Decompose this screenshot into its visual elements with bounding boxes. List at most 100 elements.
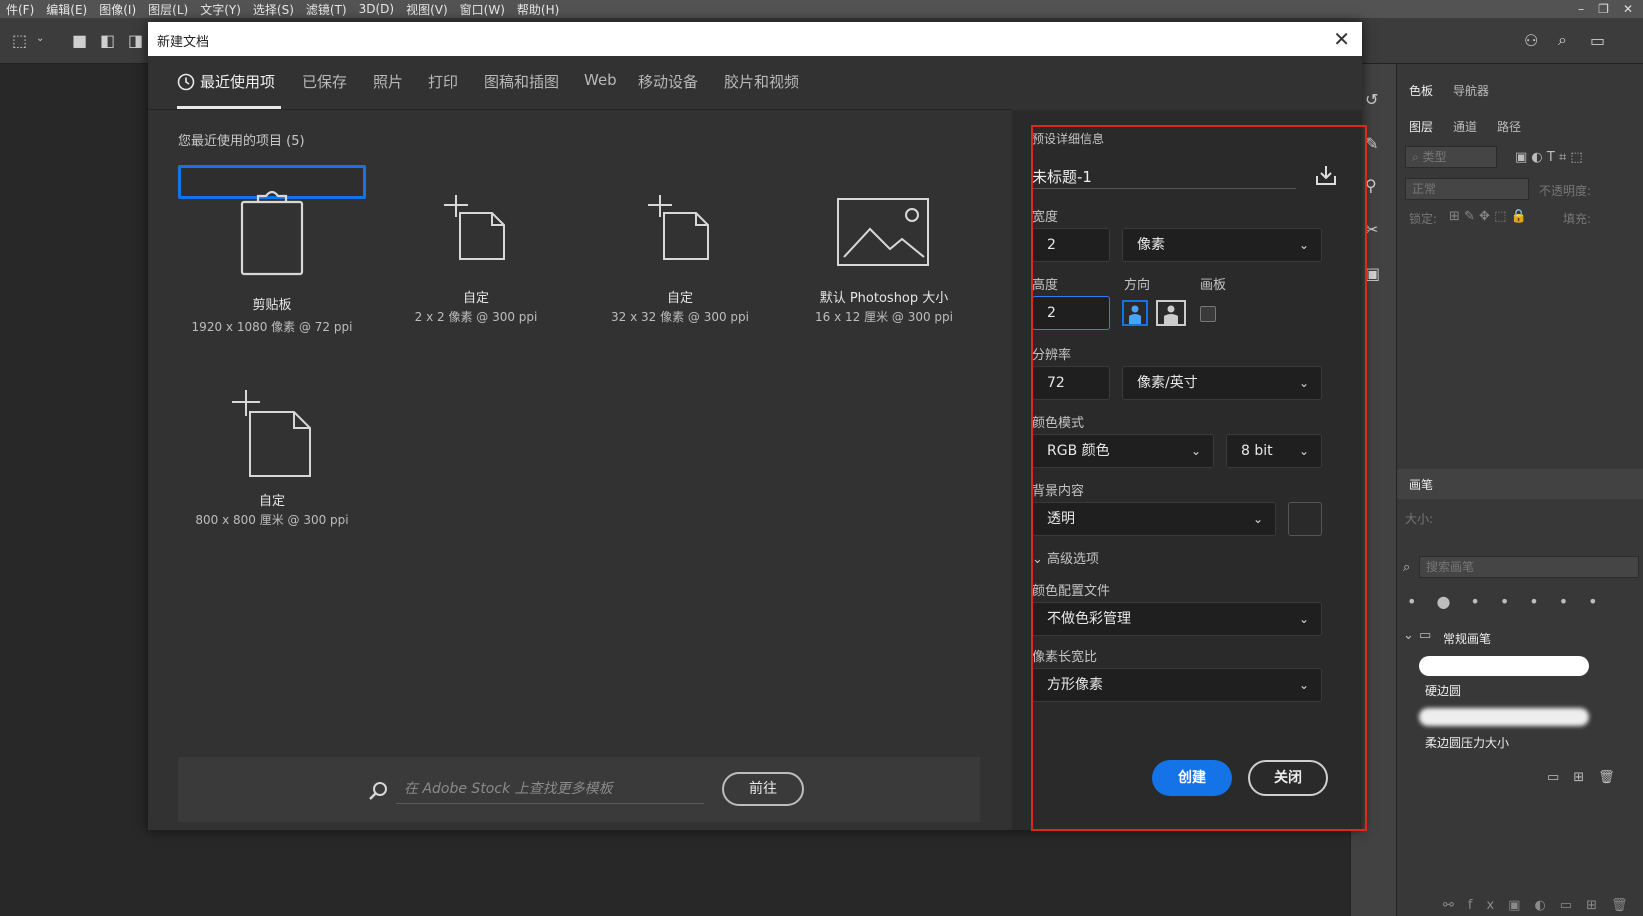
brush-footer-icons[interactable]: ▭⊞🗑	[1547, 770, 1629, 785]
share-icon[interactable]: ⚇	[1524, 31, 1538, 50]
history-icon[interactable]: ↺	[1365, 90, 1378, 109]
width-label: 宽度	[1032, 210, 1059, 225]
menu-item[interactable]: 件(F)	[0, 1, 40, 18]
menu-item[interactable]: 图像(I)	[93, 1, 142, 18]
preset-card-custom[interactable]: 自定 800 x 800 厘米 @ 300 ppi	[178, 368, 366, 556]
new-document-icon	[444, 195, 505, 260]
brush-presets[interactable]: •●•••••	[1407, 592, 1618, 611]
brush-stroke-preview[interactable]	[1419, 708, 1589, 726]
height-label: 高度	[1032, 278, 1059, 293]
close-button[interactable]: 关闭	[1248, 760, 1328, 796]
tab-paths[interactable]: 路径	[1497, 118, 1521, 135]
filter-icons[interactable]: ▣ ◐ T ⌗ ⬚	[1515, 150, 1583, 165]
tab-photo[interactable]: 照片	[373, 71, 403, 92]
add-selection-icon[interactable]: ◧	[100, 31, 115, 50]
layer-filter[interactable]: ⌕ 类型	[1405, 146, 1497, 168]
landscape-orientation-icon[interactable]	[1156, 300, 1186, 326]
width-input[interactable]: 2	[1032, 228, 1110, 262]
chevron-down-icon: ⌄	[1032, 552, 1048, 567]
background-select[interactable]: 透明 ⌄	[1032, 502, 1276, 536]
new-document-icon	[232, 390, 311, 477]
height-input[interactable]: 2	[1032, 296, 1110, 330]
preset-card-custom[interactable]: 自定 2 x 2 像素 @ 300 ppi	[382, 165, 570, 353]
tab-film-video[interactable]: 胶片和视频	[724, 71, 799, 92]
stock-search-bar: 前往	[178, 757, 980, 822]
brush-item[interactable]: 柔边圆压力大小	[1425, 734, 1509, 751]
document-name-input[interactable]: 未标题-1	[1032, 166, 1092, 187]
preset-name: 默认 Photoshop 大小	[819, 291, 949, 306]
resolution-unit-select[interactable]: 像素/英寸 ⌄	[1122, 366, 1322, 400]
search-icon	[369, 782, 387, 800]
preset-card-default-photoshop[interactable]: 默认 Photoshop 大小 16 x 12 厘米 @ 300 ppi	[790, 165, 978, 353]
lock-label: 锁定:	[1409, 212, 1438, 226]
go-button[interactable]: 前往	[722, 772, 804, 806]
menu-item[interactable]: 编辑(E)	[40, 1, 93, 18]
advanced-options-toggle[interactable]: ⌄ 高级选项	[1032, 548, 1099, 567]
preset-card-clipboard[interactable]: 剪贴板 1920 x 1080 像素 @ 72 ppi	[178, 165, 366, 334]
menu-item[interactable]: 文字(Y)	[194, 1, 247, 18]
preset-card-custom[interactable]: 自定 32 x 32 像素 @ 300 ppi	[586, 165, 774, 353]
tab-saved[interactable]: 已保存	[302, 71, 347, 92]
close-icon[interactable]: ✕	[1333, 27, 1350, 51]
tab-mobile[interactable]: 移动设备	[638, 71, 698, 92]
preset-tabs: 最近使用项 已保存 照片 打印 图稿和插图 Web 移动设备 胶片和视频	[148, 56, 1012, 110]
brush-item[interactable]: 硬边圆	[1425, 682, 1461, 699]
blend-mode-select[interactable]: 正常	[1405, 178, 1529, 200]
tab-brushes[interactable]: 画笔	[1409, 476, 1433, 493]
save-preset-icon[interactable]	[1314, 163, 1338, 187]
tab-layers[interactable]: 图层	[1409, 118, 1433, 135]
restore-button[interactable]: ❐	[1598, 2, 1609, 16]
lock-icons[interactable]: ⊞ ✎ ✥ ⬚ 🔒	[1449, 209, 1527, 224]
search-icon[interactable]: ⌕	[1558, 30, 1567, 50]
pixel-aspect-label: 像素长宽比	[1032, 650, 1098, 665]
dialog-title: 新建文档	[157, 35, 210, 50]
new-document-icon	[648, 195, 709, 260]
menu-item[interactable]: 选择(S)	[247, 1, 300, 18]
chevron-down-icon[interactable]: ⌄	[1403, 628, 1414, 643]
details-header: 预设详细信息	[1032, 132, 1105, 146]
menu-item[interactable]: 图层(L)	[142, 1, 194, 18]
menu-item[interactable]: 窗口(W)	[454, 1, 511, 18]
layer-footer-icons[interactable]: ⚯fx▣◐▭⊞🗑	[1443, 898, 1641, 913]
window-close-button[interactable]: ✕	[1623, 2, 1633, 16]
brush-search-input[interactable]: 搜索画笔	[1419, 556, 1639, 578]
brush-icon[interactable]: ✎	[1365, 134, 1378, 153]
tab-channels[interactable]: 通道	[1453, 118, 1477, 135]
tools-icon[interactable]: ✂	[1365, 220, 1378, 239]
bit-depth-select[interactable]: 8 bit ⌄	[1226, 434, 1322, 468]
stamp-icon[interactable]: ⚲	[1365, 176, 1377, 195]
menu-item[interactable]: 视图(V)	[400, 1, 454, 18]
properties-icon[interactable]: ▣	[1365, 264, 1380, 283]
pixel-aspect-select[interactable]: 方形像素 ⌄	[1032, 668, 1322, 702]
preset-desc: 16 x 12 厘米 @ 300 ppi	[814, 310, 953, 324]
stock-search-input[interactable]	[396, 774, 704, 804]
subtract-selection-icon[interactable]: ◨	[128, 31, 143, 50]
menu-item[interactable]: 滤镜(T)	[300, 1, 353, 18]
tab-art-illustration[interactable]: 图稿和插图	[484, 71, 559, 92]
menu-item[interactable]: 帮助(H)	[511, 1, 565, 18]
tab-swatches[interactable]: 色板	[1409, 82, 1433, 99]
background-color-swatch[interactable]	[1288, 502, 1322, 536]
color-mode-select[interactable]: RGB 颜色 ⌄	[1032, 434, 1214, 468]
menu-item[interactable]: 3D(D)	[353, 2, 400, 16]
color-profile-select[interactable]: 不做色彩管理 ⌄	[1032, 602, 1322, 636]
workspace-icon[interactable]: ▭	[1590, 31, 1605, 50]
resolution-input[interactable]: 72	[1032, 366, 1110, 400]
tab-web[interactable]: Web	[584, 71, 617, 89]
marquee-icon[interactable]: ⬚	[12, 31, 27, 50]
chevron-down-icon: ⌄	[1190, 444, 1201, 458]
brush-group[interactable]: 常规画笔	[1443, 630, 1491, 647]
tab-print[interactable]: 打印	[428, 71, 458, 92]
brush-panel-header	[1397, 469, 1643, 499]
portrait-orientation-icon[interactable]	[1122, 300, 1148, 326]
minimize-button[interactable]: –	[1578, 2, 1584, 16]
preset-desc: 800 x 800 厘米 @ 300 ppi	[195, 513, 349, 527]
artboard-checkbox[interactable]	[1200, 306, 1216, 322]
tab-recent[interactable]: 最近使用项	[200, 71, 275, 92]
brush-stroke-preview[interactable]	[1419, 656, 1589, 676]
chevron-down-icon[interactable]: ⌄	[36, 33, 44, 44]
new-selection-icon[interactable]: ■	[72, 31, 87, 50]
width-unit-select[interactable]: 像素 ⌄	[1122, 228, 1322, 262]
create-button[interactable]: 创建	[1152, 760, 1232, 796]
tab-navigator[interactable]: 导航器	[1453, 82, 1489, 99]
